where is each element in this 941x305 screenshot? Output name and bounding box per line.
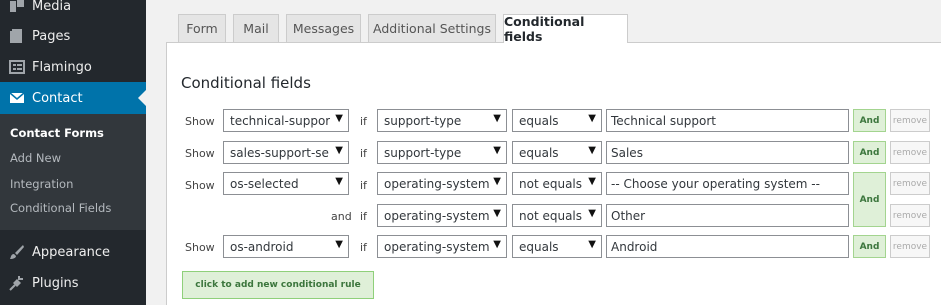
rule-condition-field-value: support-type [384,113,462,128]
rule-show-label: Show [185,241,215,254]
rule-operator-value: equals [519,239,559,254]
menu-item-pages[interactable]: Pages [0,20,146,52]
dropdown-arrow-icon: ▼ [493,239,501,250]
tab-additional-settings[interactable]: Additional Settings [368,14,496,42]
dropdown-arrow-icon: ▼ [335,145,343,156]
menu-item-contact-label: Contact [32,90,83,106]
menu-item-appearance[interactable]: Appearance [0,236,146,268]
rule-operator-select[interactable]: equals ▼ [512,109,602,132]
submenu-conditional-fields[interactable]: Conditional Fields [10,201,111,215]
rule-and-label: and [331,210,352,223]
remove-button[interactable]: remove [890,172,930,195]
rule-field-value: sales-support-se [230,145,329,160]
and-button[interactable]: And [853,172,886,227]
rule-condition-field-select[interactable]: operating-system ▼ [377,235,507,258]
rule-field-value: os-selected [230,176,299,191]
submenu-contact-forms[interactable]: Contact Forms [10,126,104,140]
remove-button[interactable]: remove [890,235,930,258]
rule-value-input[interactable]: Sales [606,141,849,164]
tab-mail[interactable]: Mail [233,14,279,42]
add-conditional-rule-button[interactable]: click to add new conditional rule [182,271,374,299]
dropdown-arrow-icon: ▼ [588,113,596,124]
rule-value-input[interactable]: Technical support [606,109,849,132]
and-button[interactable]: And [853,235,886,258]
rule-show-label: Show [185,147,215,160]
rule-condition-field-value: operating-system [384,176,490,191]
menu-item-plugins[interactable]: Plugins [0,267,146,299]
menu-item-pages-label: Pages [32,28,71,44]
dropdown-arrow-icon: ▼ [335,239,343,250]
menu-item-contact[interactable]: Contact [0,82,146,114]
dropdown-arrow-icon: ▼ [493,145,501,156]
active-menu-arrow [138,90,146,106]
tab-conditional-fields[interactable]: Conditional fields [503,14,628,44]
menu-item-flamingo-label: Flamingo [32,59,92,75]
rule-condition-field-value: operating-system [384,208,490,223]
rule-operator-value: not equals [519,208,583,223]
dropdown-arrow-icon: ▼ [335,113,343,124]
remove-button[interactable]: remove [890,109,930,132]
rule-value-input[interactable]: -- Choose your operating system -- [606,172,849,195]
rule-show-label: Show [185,115,215,128]
rule-operator-select[interactable]: not equals ▼ [512,172,602,195]
envelope-icon [9,90,25,106]
remove-button[interactable]: remove [890,204,930,227]
rule-value-input[interactable]: Other [606,204,849,227]
rule-field-select[interactable]: sales-support-se ▼ [223,141,349,164]
rule-operator-value: equals [519,113,559,128]
menu-item-media[interactable]: Media [0,0,146,22]
rule-operator-select[interactable]: equals ▼ [512,235,602,258]
rule-condition-field-select[interactable]: operating-system ▼ [377,204,507,227]
rule-show-label: Show [185,179,215,192]
rule-operator-select[interactable]: equals ▼ [512,141,602,164]
submenu-integration[interactable]: Integration [10,177,73,191]
flamingo-icon [9,59,25,75]
menu-item-plugins-label: Plugins [32,275,79,291]
dropdown-arrow-icon: ▼ [493,208,501,219]
dropdown-arrow-icon: ▼ [588,176,596,187]
dropdown-arrow-icon: ▼ [588,145,596,156]
rule-field-select[interactable]: os-android ▼ [223,235,349,258]
rule-operator-value: not equals [519,176,583,191]
rule-condition-field-select[interactable]: support-type ▼ [377,109,507,132]
menu-item-media-label: Media [32,0,72,14]
plugin-icon [9,275,25,291]
rule-if-label: if [360,210,367,223]
rule-value-input[interactable]: Android [606,235,849,258]
tab-form[interactable]: Form [178,14,226,42]
menu-item-appearance-label: Appearance [32,244,111,260]
remove-button[interactable]: remove [890,141,930,164]
dropdown-arrow-icon: ▼ [588,208,596,219]
rule-if-label: if [360,241,367,254]
rule-field-value: os-android [230,239,294,254]
contact-submenu: Contact Forms Add New Integration Condit… [0,114,146,230]
rule-operator-value: equals [519,145,559,160]
rule-field-select[interactable]: os-selected ▼ [223,172,349,195]
admin-sidebar: Media Pages Flamingo Contact Contact For… [0,0,146,305]
rule-if-label: if [360,147,367,160]
rule-condition-field-value: support-type [384,145,462,160]
and-button[interactable]: And [853,141,886,164]
rule-condition-field-select[interactable]: support-type ▼ [377,141,507,164]
dropdown-arrow-icon: ▼ [493,113,501,124]
dropdown-arrow-icon: ▼ [588,239,596,250]
rule-if-label: if [360,179,367,192]
media-icon [9,0,25,14]
rule-field-select[interactable]: technical-suppor ▼ [223,109,349,132]
rule-if-label: if [360,115,367,128]
rule-condition-field-select[interactable]: operating-system ▼ [377,172,507,195]
and-button[interactable]: And [853,109,886,132]
rule-condition-field-value: operating-system [384,239,490,254]
menu-item-flamingo[interactable]: Flamingo [0,51,146,83]
rule-operator-select[interactable]: not equals ▼ [512,204,602,227]
paintbrush-icon [9,244,25,260]
pages-icon [9,28,25,44]
submenu-add-new[interactable]: Add New [10,151,61,165]
dropdown-arrow-icon: ▼ [335,176,343,187]
rule-field-value: technical-suppor [230,113,331,128]
panel-title: Conditional fields [181,74,311,92]
tab-messages[interactable]: Messages [286,14,361,42]
dropdown-arrow-icon: ▼ [493,176,501,187]
